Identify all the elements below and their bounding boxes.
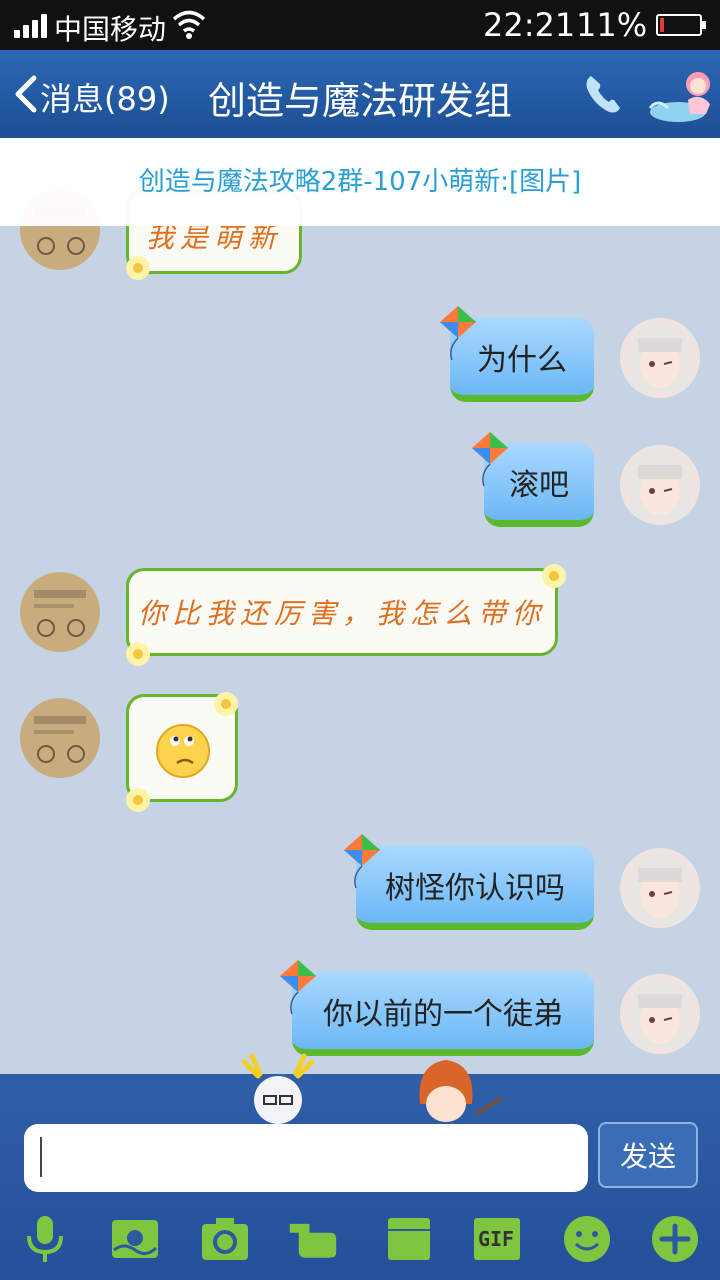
phone-icon[interactable] xyxy=(583,72,623,116)
message-bubble-left[interactable] xyxy=(126,692,238,812)
flower-decoration-icon xyxy=(214,692,238,716)
kite-decoration-icon xyxy=(472,432,508,487)
camera-icon[interactable] xyxy=(200,1214,250,1264)
gif-label: GIF xyxy=(477,1227,515,1251)
status-bar: 中国移动 22:21 11% xyxy=(0,0,720,50)
kite-decoration-icon xyxy=(344,834,380,889)
message-bubble-left[interactable]: 你比我还厉害，我怎么带你 xyxy=(126,564,566,666)
my-avatar[interactable] xyxy=(620,445,700,525)
flower-decoration-icon xyxy=(542,564,566,588)
thinking-face-emoji-icon xyxy=(156,724,210,778)
pinned-message-banner[interactable]: 创造与魔法攻略2群-107小萌新:[图片] xyxy=(0,138,720,226)
message-text: 你比我还厉害，我怎么带你 xyxy=(137,597,546,630)
sender-avatar[interactable] xyxy=(20,572,100,652)
title-bar: 消息(89) 创造与魔法研发组 xyxy=(0,50,720,138)
orange-hair-character-decoration-icon xyxy=(419,1060,503,1122)
message-list[interactable]: 我是萌新 为什么 滚吧 你比我还厉害，我怎么带你 树怪你认识吗 你以前的一个徒弟 xyxy=(0,138,720,1078)
battery-level xyxy=(660,18,664,32)
back-chevron-icon[interactable] xyxy=(12,74,42,114)
image-icon[interactable] xyxy=(110,1214,160,1264)
message-bubble-right[interactable]: 树怪你认识吗 xyxy=(356,846,594,930)
my-avatar[interactable] xyxy=(620,318,700,398)
back-button[interactable]: 消息(89) xyxy=(40,74,170,120)
signal-icon xyxy=(14,14,48,38)
plus-icon[interactable] xyxy=(650,1214,700,1264)
my-avatar[interactable] xyxy=(620,848,700,928)
carrier-label: 中国移动 xyxy=(54,13,167,46)
antler-character-decoration-icon xyxy=(241,1053,315,1124)
flower-decoration-icon xyxy=(126,642,150,666)
wifi-icon xyxy=(172,10,206,39)
flower-decoration-icon xyxy=(126,256,150,280)
my-avatar[interactable] xyxy=(620,974,700,1054)
battery-icon xyxy=(656,14,706,36)
flower-decoration-icon xyxy=(126,788,150,812)
message-input[interactable] xyxy=(24,1124,588,1192)
folder-icon[interactable] xyxy=(384,1214,434,1264)
kite-decoration-icon xyxy=(280,960,316,1015)
message-bubble-right[interactable]: 你以前的一个徒弟 xyxy=(292,972,594,1056)
microphone-icon[interactable] xyxy=(20,1214,70,1264)
sender-avatar[interactable] xyxy=(20,698,100,778)
message-text: 你以前的一个徒弟 xyxy=(323,996,563,1032)
message-text: 树怪你认识吗 xyxy=(385,870,565,906)
text-caret xyxy=(40,1137,42,1177)
hand-icon[interactable] xyxy=(288,1214,338,1264)
send-button[interactable]: 发送 xyxy=(598,1122,698,1188)
kite-decoration-icon xyxy=(440,306,476,361)
chat-title: 创造与魔法研发组 xyxy=(207,79,512,123)
clock: 22:21 xyxy=(483,6,576,44)
smiley-icon[interactable] xyxy=(562,1214,612,1264)
mermaid-mascot-icon[interactable] xyxy=(648,64,718,128)
battery-percentage: 11% xyxy=(576,6,648,44)
